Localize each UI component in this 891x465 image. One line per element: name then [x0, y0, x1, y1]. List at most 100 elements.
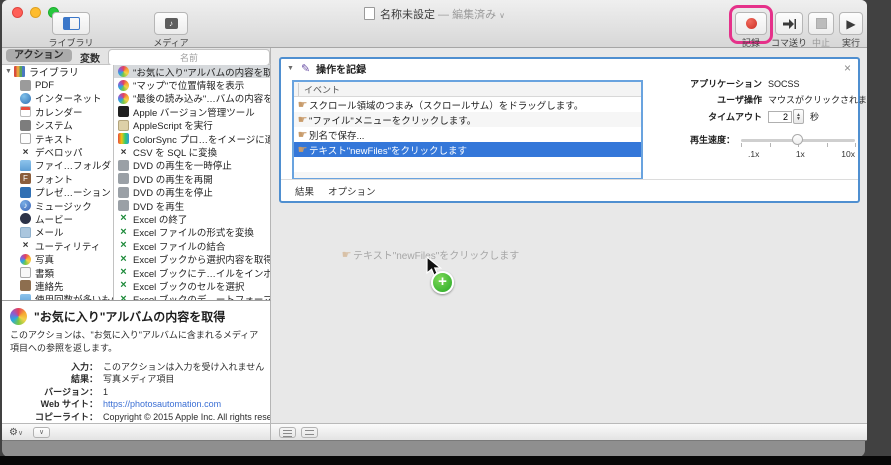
- action-list-item[interactable]: "最後の読み込み"…バムの内容を取得: [114, 92, 270, 105]
- results-toggle[interactable]: 結果: [295, 184, 314, 198]
- sidebar-item-internet[interactable]: インターネット: [2, 92, 113, 105]
- action-item-label: "お気に入り"アルバムの内容を取得: [133, 65, 270, 78]
- event-row[interactable]: ☛別名で保存...: [294, 127, 641, 142]
- sidebar-item-label: 使用回数が多いもの: [35, 293, 113, 300]
- sidebar-item-files-folders[interactable]: ファイ…フォルダ: [2, 159, 113, 172]
- sidebar-item-movies[interactable]: ムービー: [2, 212, 113, 225]
- sidebar-item-label: インターネット: [35, 92, 102, 105]
- music-icon: [20, 200, 31, 211]
- speed-slider[interactable]: [741, 134, 855, 146]
- event-row[interactable]: ☛スクロール領域のつまみ（スクロールサム）をドラッグします。: [294, 97, 641, 112]
- run-button[interactable]: ▶: [839, 12, 863, 35]
- website-link[interactable]: https://photosautomation.com: [103, 398, 221, 410]
- action-list-item[interactable]: AppleScript を実行: [114, 119, 270, 132]
- copy-plus-badge: +: [431, 271, 454, 294]
- workflow-canvas: ▼ ✎ 操作を記録 × イベント ☛スクロール領域のつまみ（スクロールサム）をド…: [271, 48, 867, 423]
- action-list-item[interactable]: Excel ブックにテ…イルをインポート: [114, 266, 270, 279]
- mail-icon: [20, 227, 31, 238]
- action-list-item[interactable]: Excel ブックのセルを選択: [114, 279, 270, 292]
- sidebar-item-label: PDF: [35, 80, 54, 91]
- sidebar-item-system[interactable]: システム: [2, 119, 113, 132]
- action-list-item[interactable]: "マップ"で位置情報を表示: [114, 78, 270, 91]
- dvd-icon: [118, 173, 129, 184]
- action-item-label: CSV を SQL に変換: [133, 145, 217, 158]
- sidebar-item-utilities[interactable]: ユーティリティ: [2, 239, 113, 252]
- panel-toggle-button[interactable]: ∨: [33, 427, 50, 438]
- action-item-label: Excel ブックから選択内容を取得: [133, 252, 270, 265]
- application-value: SOCSS: [768, 79, 800, 89]
- stack-view-button[interactable]: [301, 427, 318, 438]
- hand-click-icon: ☛: [296, 98, 309, 111]
- action-list-item[interactable]: "お気に入り"アルバムの内容を取得: [114, 65, 270, 78]
- sidebar-item-documents[interactable]: 書類: [2, 266, 113, 279]
- tab-actions[interactable]: アクション: [6, 49, 72, 62]
- event-row-selected[interactable]: ☛テキスト"newFiles"をクリックします: [294, 142, 641, 157]
- library-toggle-button[interactable]: [52, 12, 90, 35]
- media-note-icon: ♪: [165, 18, 178, 29]
- excel-icon: [118, 227, 129, 238]
- tab-variables[interactable]: 変数: [80, 50, 100, 65]
- sidebar-item-presentation[interactable]: プレゼ…ーション: [2, 186, 113, 199]
- playback-speed: 再生速度： .1x1x: [690, 133, 855, 159]
- event-column-header[interactable]: イベント: [294, 82, 641, 97]
- action-list-item[interactable]: DVD を再生: [114, 199, 270, 212]
- files-folders-icon: [20, 160, 31, 171]
- stop-button[interactable]: [808, 12, 834, 35]
- sidebar-item-photos[interactable]: 写真: [2, 252, 113, 265]
- sidebar-item-music[interactable]: ミュージック: [2, 199, 113, 212]
- speed-label: 再生速度：: [690, 133, 735, 146]
- list-view-button[interactable]: [279, 427, 296, 438]
- sidebar-item-contacts[interactable]: 連絡先: [2, 279, 113, 292]
- title-chevron-icon[interactable]: ∨: [499, 11, 505, 20]
- action-list: "お気に入り"アルバムの内容を取得 "マップ"で位置情報を表示 "最後の読み込み…: [114, 65, 271, 300]
- sidebar-item-label: メール: [35, 226, 64, 239]
- copyright-value: Copyright © 2015 Apple Inc. All rights r…: [103, 411, 271, 423]
- slider-thumb[interactable]: [792, 134, 803, 145]
- result-value: 写真メディア項目: [103, 373, 174, 385]
- action-list-item[interactable]: ColorSync プロ…をイメージに適用: [114, 132, 270, 145]
- step-button[interactable]: [775, 12, 803, 35]
- panel-footer: 結果 オプション: [281, 179, 858, 201]
- disclosure-triangle-icon[interactable]: ▼: [5, 68, 12, 75]
- action-item-label: DVD を再生: [133, 199, 184, 212]
- search-input[interactable]: [108, 49, 270, 66]
- action-list-item[interactable]: Excel ファイルの結合: [114, 239, 270, 252]
- options-toggle[interactable]: オプション: [328, 184, 376, 198]
- action-list-item[interactable]: Apple バージョン管理ツール: [114, 105, 270, 118]
- sidebar-item-calendar[interactable]: カレンダー: [2, 105, 113, 118]
- system-icon: [20, 120, 31, 131]
- sidebar-item-label: フォント: [35, 172, 73, 185]
- media-button[interactable]: ♪: [154, 12, 188, 35]
- action-list-item[interactable]: CSV を SQL に変換: [114, 145, 270, 158]
- sidebar-item-pdf[interactable]: PDF: [2, 78, 113, 91]
- sidebar-item-library[interactable]: ▼ライブラリ: [2, 65, 113, 78]
- sidebar-item-fonts[interactable]: フォント: [2, 172, 113, 185]
- action-item-label: Apple バージョン管理ツール: [133, 105, 255, 118]
- sidebar-item-most-used[interactable]: 使用回数が多いもの: [2, 293, 113, 300]
- timeout-stepper[interactable]: ▲▼: [793, 109, 804, 124]
- action-list-item[interactable]: DVD の再生を一時停止: [114, 159, 270, 172]
- run-play-icon: ▶: [846, 18, 855, 30]
- action-list-item[interactable]: Excel ブックのデ…ートフォーマット: [114, 293, 270, 300]
- event-row[interactable]: ☛"ファイル"メニューをクリックします。: [294, 112, 641, 127]
- action-item-label: "最後の読み込み"…バムの内容を取得: [133, 92, 270, 105]
- timeout-input[interactable]: [768, 111, 792, 123]
- version-label: バージョン：: [2, 386, 98, 398]
- sidebar-item-developer[interactable]: デベロッパ: [2, 145, 113, 158]
- disclosure-triangle-icon[interactable]: ▼: [287, 65, 294, 72]
- sidebar-item-label: 書類: [35, 266, 54, 279]
- close-icon[interactable]: ×: [844, 61, 851, 75]
- gear-menu-button[interactable]: ⚙∨: [9, 427, 23, 438]
- action-list-item[interactable]: DVD の再生を再開: [114, 172, 270, 185]
- action-list-item[interactable]: Excel の終了: [114, 212, 270, 225]
- action-item-label: Excel ブックのデ…ートフォーマット: [133, 293, 270, 300]
- hand-click-icon: ☛: [296, 128, 309, 141]
- sidebar-item-text[interactable]: テキスト: [2, 132, 113, 145]
- sidebar-item-mail[interactable]: メール: [2, 226, 113, 239]
- action-list-item[interactable]: Excel ファイルの形式を変換: [114, 226, 270, 239]
- bottom-bar-left: ⚙∨ ∨: [2, 423, 271, 440]
- photos-flower-icon: [118, 80, 129, 91]
- record-button[interactable]: [735, 12, 767, 35]
- action-list-item[interactable]: DVD の再生を停止: [114, 186, 270, 199]
- action-list-item[interactable]: Excel ブックから選択内容を取得: [114, 252, 270, 265]
